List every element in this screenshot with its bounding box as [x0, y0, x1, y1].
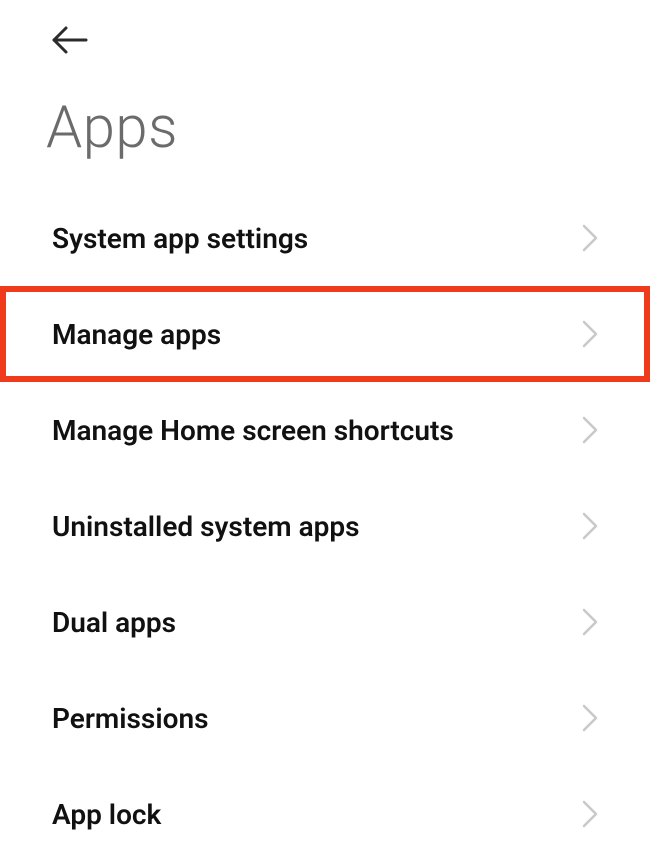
row-label: Manage Home screen shortcuts — [52, 414, 454, 447]
settings-list: System app settings Manage apps Manage H… — [0, 190, 650, 858]
row-label: Permissions — [52, 702, 208, 735]
row-permissions[interactable]: Permissions — [0, 670, 650, 766]
chevron-right-icon — [582, 320, 598, 348]
apps-settings-screen: Apps System app settings Manage apps Man… — [0, 0, 650, 858]
row-label: Uninstalled system apps — [52, 510, 360, 543]
row-app-lock[interactable]: App lock — [0, 766, 650, 858]
row-uninstalled-system-apps[interactable]: Uninstalled system apps — [0, 478, 650, 574]
row-label: App lock — [52, 798, 161, 831]
chevron-right-icon — [582, 800, 598, 828]
chevron-right-icon — [582, 512, 598, 540]
row-system-app-settings[interactable]: System app settings — [0, 190, 650, 286]
chevron-right-icon — [582, 224, 598, 252]
chevron-right-icon — [582, 704, 598, 732]
row-manage-home-screen-shortcuts[interactable]: Manage Home screen shortcuts — [0, 382, 650, 478]
row-manage-apps[interactable]: Manage apps — [0, 286, 650, 382]
chevron-right-icon — [582, 416, 598, 444]
back-button[interactable] — [50, 22, 98, 62]
chevron-right-icon — [582, 608, 598, 636]
row-label: System app settings — [52, 222, 308, 255]
row-label: Dual apps — [52, 606, 176, 639]
page-title: Apps — [46, 94, 178, 162]
row-dual-apps[interactable]: Dual apps — [0, 574, 650, 670]
back-arrow-icon — [50, 25, 88, 59]
row-label: Manage apps — [52, 318, 221, 351]
